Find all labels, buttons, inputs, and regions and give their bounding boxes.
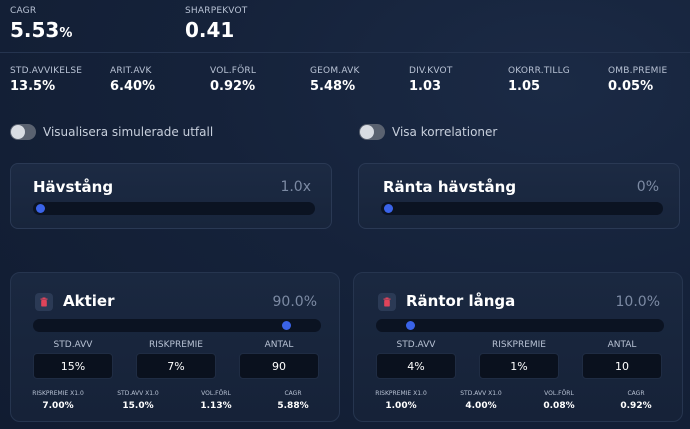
delete-asset-button[interactable] xyxy=(35,293,53,311)
risk-premium-input[interactable] xyxy=(479,353,559,379)
rate-leverage-value: 0% xyxy=(636,179,659,195)
metric-vol-value: 0.92% xyxy=(210,79,256,94)
mini-cagr-value: 5.88% xyxy=(277,401,309,411)
asset-title: Aktier xyxy=(63,292,115,310)
asset-weight-slider-knob[interactable] xyxy=(281,321,291,330)
rate-leverage-slider[interactable] xyxy=(381,202,663,215)
asset-weight-slider[interactable] xyxy=(33,319,321,332)
mini-risk-value: 1.00% xyxy=(385,401,417,411)
metric-arit-value: 6.40% xyxy=(110,79,156,94)
metric-std-label: STD.AVVIKELSE xyxy=(10,66,83,76)
metric-std-value: 13.5% xyxy=(10,79,56,94)
metric-okorr: OKORR.TILLG 1.05 xyxy=(508,66,570,94)
metric-omb-label: OMB.PREMIE xyxy=(608,66,668,76)
sharpe-stat: SHARPEKVOT 0.41 xyxy=(185,6,248,42)
mini-vol-value: 0.08% xyxy=(543,401,575,411)
leverage-title: Hävstång xyxy=(33,178,114,196)
correlations-toggle-label: Visa korrelationer xyxy=(392,125,498,139)
std-input-label: STD.AVV xyxy=(53,340,93,350)
std-input[interactable] xyxy=(376,353,456,379)
mini-vol-value: 1.13% xyxy=(200,401,232,411)
asset-pct: 10.0% xyxy=(615,294,660,310)
metric-div-value: 1.03 xyxy=(409,79,442,94)
count-input-label: ANTAL xyxy=(607,340,637,350)
simulate-toggle-label: Visualisera simulerade utfall xyxy=(43,125,214,139)
mini-std-label: STD.AVV x1.0 xyxy=(117,390,159,397)
mini-vol-label: VOL.FÖRL xyxy=(544,390,574,397)
asset-card-rantor-langa: Räntor långa 10.0% STD.AVV RISKPREMIE AN… xyxy=(353,272,683,422)
cagr-label: CAGR xyxy=(10,6,37,16)
mini-risk-label: RISKPREMIE x1.0 xyxy=(375,390,427,397)
metric-arit-label: ARIT.AVK xyxy=(110,66,152,76)
risk-premium-input-label: RISKPREMIE xyxy=(149,340,203,350)
rate-leverage-title: Ränta hävstång xyxy=(383,178,517,196)
mini-vol-label: VOL.FÖRL xyxy=(201,390,231,397)
asset-weight-slider[interactable] xyxy=(376,319,664,332)
cagr-value: 5.53 xyxy=(10,18,60,42)
mini-std-label: STD.AVV x1.0 xyxy=(460,390,502,397)
metric-okorr-value: 1.05 xyxy=(508,79,541,94)
sharpe-label: SHARPEKVOT xyxy=(185,6,248,16)
mini-cagr-label: CAGR xyxy=(284,390,302,397)
leverage-panel: Hävstång 1.0x xyxy=(10,163,332,229)
sharpe-value: 0.41 xyxy=(185,18,235,42)
metric-arit: ARIT.AVK 6.40% xyxy=(110,66,155,94)
cagr-stat: CAGR 5.53% xyxy=(10,6,72,42)
metric-okorr-label: OKORR.TILLG xyxy=(508,66,570,76)
metric-div: DIV.KVOT 1.03 xyxy=(409,66,453,94)
metric-geom-label: GEOM.AVK xyxy=(310,66,360,76)
trash-icon xyxy=(383,297,391,307)
count-input-label: ANTAL xyxy=(264,340,294,350)
correlations-toggle[interactable] xyxy=(359,124,385,140)
cagr-unit: % xyxy=(59,26,73,41)
top-divider xyxy=(0,52,690,53)
count-input[interactable] xyxy=(239,353,319,379)
rate-leverage-slider-knob[interactable] xyxy=(384,204,393,213)
metric-div-label: DIV.KVOT xyxy=(409,66,453,76)
std-input[interactable] xyxy=(33,353,113,379)
mini-risk-value: 7.00% xyxy=(42,401,74,411)
metric-geom: GEOM.AVK 5.48% xyxy=(310,66,360,94)
mini-std-value: 4.00% xyxy=(465,401,497,411)
mini-std-value: 15.0% xyxy=(122,401,154,411)
metric-omb: OMB.PREMIE 0.05% xyxy=(608,66,667,94)
rate-leverage-panel: Ränta hävstång 0% xyxy=(358,163,680,229)
metric-omb-value: 0.05% xyxy=(608,79,654,94)
mini-risk-label: RISKPREMIE x1.0 xyxy=(32,390,84,397)
risk-premium-input[interactable] xyxy=(136,353,216,379)
leverage-slider-knob[interactable] xyxy=(36,204,45,213)
std-input-label: STD.AVV xyxy=(396,340,436,350)
asset-pct: 90.0% xyxy=(272,294,317,310)
leverage-value: 1.0x xyxy=(280,179,311,195)
metric-geom-value: 5.48% xyxy=(310,79,356,94)
trash-icon xyxy=(40,297,48,307)
mini-cagr-value: 0.92% xyxy=(620,401,652,411)
asset-weight-slider-knob[interactable] xyxy=(406,321,416,330)
leverage-slider[interactable] xyxy=(33,202,315,215)
delete-asset-button[interactable] xyxy=(378,293,396,311)
mini-cagr-label: CAGR xyxy=(627,390,645,397)
asset-card-aktier: Aktier 90.0% STD.AVV RISKPREMIE ANTAL RI… xyxy=(10,272,340,422)
cagr-value-wrap: 5.53% xyxy=(10,18,72,42)
metric-vol: VOL.FÖRL 0.92% xyxy=(210,66,256,94)
metric-std: STD.AVVIKELSE 13.5% xyxy=(10,66,82,94)
simulate-toggle-row[interactable]: Visualisera simulerade utfall xyxy=(10,124,213,140)
asset-title: Räntor långa xyxy=(406,292,516,310)
risk-premium-input-label: RISKPREMIE xyxy=(492,340,546,350)
correlations-toggle-row[interactable]: Visa korrelationer xyxy=(359,124,497,140)
simulate-toggle[interactable] xyxy=(10,124,36,140)
metric-vol-label: VOL.FÖRL xyxy=(210,66,257,76)
count-input[interactable] xyxy=(582,353,662,379)
